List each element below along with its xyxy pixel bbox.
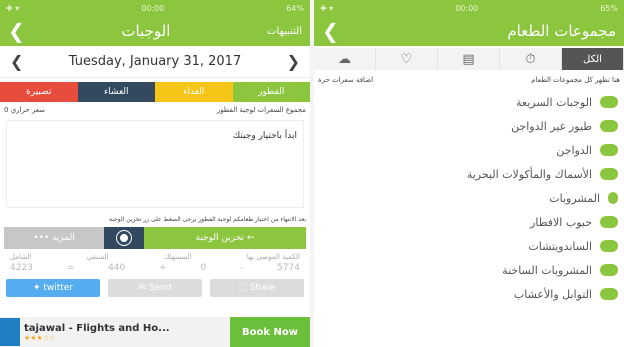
pie-chart-icon [116,230,132,246]
wheat-icon [600,216,618,228]
category-list: الوجبات السريعة طيور غير الدواجن الدواجن… [314,90,624,306]
next-date-button[interactable]: ❯ [287,52,300,71]
notifications-link[interactable]: التنبيهات [267,26,302,37]
save-instruction: بعد الانتهاء من اختيار طعامكم لوجبة الفط… [109,216,306,223]
more-dots-icon: ••• [33,233,53,243]
stats-headers: الشامل المتبقي المستهلك الكمية الموصى به… [10,253,300,261]
share-row: ✦ twitter ✉ Send ⬚ Share [0,273,310,297]
tab-lunch[interactable]: الغداء [155,82,233,102]
chicken-icon [600,144,618,156]
filter-tabs: ☁ ♡ ▤ ⏱ الكل [314,48,624,70]
ad-rating: ★★★☆☆ [24,333,56,342]
bird-icon [600,120,618,132]
app-bar: ❮ الوجبات التنبيهات [0,16,310,46]
prev-date-button[interactable]: ❮ [10,52,23,71]
status-time: 00:00 [455,3,479,13]
send-button[interactable]: ✉ Send [108,279,202,297]
signal-icon: ✚ ▾ [6,3,20,13]
food-groups-header: اضافة سعرات حرة هنا تظهر كل مجموعات الطع… [314,72,624,90]
status-time: 00:00 [141,3,165,13]
ad-text: tajawal - Flights and Ho... ★★★☆☆ [24,323,230,342]
more-button[interactable]: ••• المزيد [4,227,104,249]
battery-level: 65% [600,3,618,13]
food-groups-info: هنا تظهر كل مجموعات الطعام [531,76,620,84]
twitter-icon: ✦ [32,283,44,293]
list-item[interactable]: الدواجن [314,138,624,162]
calorie-value: 0 سعر حراري [4,106,46,114]
list-item[interactable]: الأسماك والمأكولات البحرية [314,162,624,186]
page-title: مجموعات الطعام [507,22,616,40]
list-item[interactable]: الوجبات السريعة [314,90,624,114]
list-item[interactable]: الساندويتشات [314,234,624,258]
hat-icon[interactable]: ☁ [314,48,376,70]
meal-actions: ••• المزيد تخزين الوجبة ← [4,227,306,249]
calorie-summary: 0 سعر حراري مجموع السعرات لوجبة الفطور [0,102,310,118]
list-item[interactable]: المشروبات [314,186,624,210]
calorie-label: مجموع السعرات لوجبة الفطور [216,106,306,114]
add-free-calories-link[interactable]: اضافة سعرات حرة [318,76,373,84]
chart-button[interactable] [104,227,144,249]
send-icon: ✉ [138,283,149,293]
status-bar: ✚ ▾ 00:00 65% [314,0,624,16]
tab-all[interactable]: الكل [562,48,624,70]
heart-icon[interactable]: ♡ [376,48,438,70]
book-now-button[interactable]: Book Now [230,317,310,347]
hot-drink-icon [600,264,618,276]
back-button[interactable]: ❮ [322,19,339,43]
date-selector: ❮ Tuesday, January 31, 2017 ❯ [0,46,310,78]
app-bar: ❮ مجموعات الطعام [314,16,624,46]
list-item[interactable]: التوابل والأعشاب [314,282,624,306]
sandwich-icon [600,240,618,252]
save-meal-button[interactable]: تخزين الوجبة ← [144,227,306,249]
share-button[interactable]: ⬚ Share [210,279,304,297]
list-item[interactable]: حبوب الافطار [314,210,624,234]
burger-icon [600,96,618,108]
stats-values: 4223 = 440 + 0 - 5774 [10,263,300,273]
meal-tabs: تصبيرة العشاء الغداء الفطور [0,82,310,102]
twitter-button[interactable]: ✦ twitter [6,279,100,297]
back-button[interactable]: ❮ [8,19,25,43]
ad-banner[interactable]: tajawal - Flights and Ho... ★★★☆☆ Book N… [0,317,310,347]
tab-breakfast[interactable]: الفطور [232,82,310,102]
page-title: الوجبات [121,22,171,40]
meal-content-box: ابدأ باختيار وجبتك [6,120,304,208]
food-groups-screen: ✚ ▾ 00:00 65% ❮ مجموعات الطعام ☁ ♡ ▤ ⏱ ا… [314,0,624,347]
status-bar: ✚ ▾ 00:00 64% [0,0,310,16]
signal-icon: ✚ ▾ [320,3,334,13]
ad-app-icon [0,318,20,346]
list-item[interactable]: طيور غير الدواجن [314,114,624,138]
meals-screen: ✚ ▾ 00:00 64% ❮ الوجبات التنبيهات ❮ Tues… [0,0,310,347]
list-icon[interactable]: ▤ [438,48,500,70]
current-date: Tuesday, January 31, 2017 [68,54,242,69]
battery-level: 64% [286,3,304,13]
tab-dinner[interactable]: العشاء [77,82,155,102]
fish-icon [600,168,618,180]
share-icon: ⬚ [238,283,250,293]
list-item[interactable]: المشروبات الساخنة [314,258,624,282]
cocktail-icon [608,192,618,204]
clock-icon[interactable]: ⏱ [500,48,562,70]
empty-meal-text: ابدأ باختيار وجبتك [232,131,297,141]
herbs-icon [600,288,618,300]
tab-snack[interactable]: تصبيرة [0,82,78,102]
arrow-left-icon: ← [244,233,255,243]
ad-title: tajawal - Flights and Ho... [24,322,170,334]
